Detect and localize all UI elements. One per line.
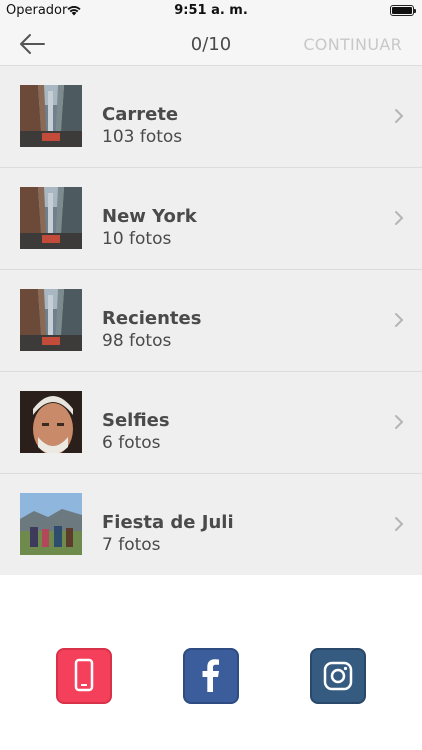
chevron-right-icon: [395, 109, 404, 123]
album-row-carrete[interactable]: Carrete 103 fotos: [0, 66, 422, 168]
instagram-icon: [323, 661, 353, 691]
album-name: Carrete: [102, 104, 179, 125]
album-count: 103 fotos: [102, 127, 183, 147]
album-row-new-york[interactable]: New York 10 fotos: [0, 168, 422, 270]
album-thumbnail: [20, 391, 82, 453]
status-bar: Operador 9:51 a. m.: [0, 0, 422, 22]
album-count: 10 fotos: [102, 229, 172, 249]
album-thumbnail: [20, 85, 82, 147]
chevron-right-icon: [395, 517, 404, 531]
battery-icon: [390, 5, 416, 16]
album-thumbnail: [20, 493, 82, 555]
album-thumbnail: [20, 187, 82, 249]
album-name: Selfies: [102, 410, 170, 431]
facebook-source-button[interactable]: [183, 648, 239, 704]
album-count: 7 fotos: [102, 535, 161, 555]
album-name: Fiesta de Juli: [102, 512, 234, 533]
status-time: 9:51 a. m.: [174, 3, 248, 18]
source-selector: [0, 575, 422, 750]
album-count: 6 fotos: [102, 433, 161, 453]
album-row-fiesta-de-juli[interactable]: Fiesta de Juli 7 fotos: [0, 474, 422, 576]
phone-icon: [74, 658, 94, 692]
continue-button[interactable]: CONTINUAR: [303, 35, 402, 54]
chevron-right-icon: [395, 415, 404, 429]
album-count: 98 fotos: [102, 331, 172, 351]
album-list: Carrete 103 fotos New York 10 fotos Reci…: [0, 66, 422, 576]
album-thumbnail: [20, 289, 82, 351]
chevron-right-icon: [395, 313, 404, 327]
album-row-recientes[interactable]: Recientes 98 fotos: [0, 270, 422, 372]
phone-source-button[interactable]: [56, 648, 112, 704]
nav-bar: 0/10 CONTINUAR: [0, 22, 422, 66]
chevron-right-icon: [395, 211, 404, 225]
album-name: Recientes: [102, 308, 202, 329]
facebook-icon: [202, 659, 219, 692]
instagram-source-button[interactable]: [310, 648, 366, 704]
album-row-selfies[interactable]: Selfies 6 fotos: [0, 372, 422, 474]
album-name: New York: [102, 206, 197, 227]
